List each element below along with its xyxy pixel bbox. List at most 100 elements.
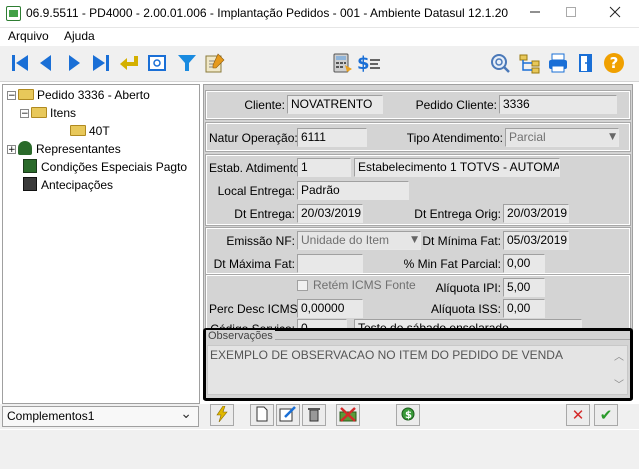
delete-icon [307,406,321,425]
aliquota-iss-field[interactable]: 0,00 [503,299,545,318]
new-button[interactable] [250,404,274,426]
folder-icon [70,125,86,136]
tree-item-label: Condições Especiais Pagto [41,160,188,174]
last-record-icon[interactable] [89,51,113,75]
cancel-item-icon [339,406,357,425]
tree-icon[interactable] [518,51,542,75]
edit-button[interactable] [276,404,300,426]
confirm-button[interactable]: ✔ [594,404,618,426]
calculator-icon[interactable] [330,51,354,75]
tree-item-itens[interactable]: − Itens [20,104,76,122]
complementos-select[interactable]: Complementos1 ⌄ [2,406,199,427]
tipo-atendimento-value: Parcial [509,130,546,144]
tree-item-label: Representantes [36,142,121,156]
local-entrega-label: Local Entrega: [217,184,295,198]
observacoes-label: Observações [206,330,275,342]
payment-conditions-icon [23,159,37,173]
tree-item-condicoes[interactable]: Condições Especiais Pagto [23,158,187,176]
min-fat-parcial-label: % Min Fat Parcial: [403,257,501,271]
aliquota-ipi-field[interactable]: 5,00 [503,278,545,297]
estab-atendimento-label: Estab. Atdimento: [209,161,304,175]
estab-code-field[interactable]: 1 [297,158,351,177]
help-icon[interactable]: ? [602,51,626,75]
close-icon[interactable] [600,0,630,26]
collapse-icon[interactable]: − [7,91,16,101]
chevron-down-icon: ⌄ [180,406,192,422]
dt-entrega-orig-label: Dt Entrega Orig: [414,207,501,221]
window-footer [0,430,639,469]
price-icon[interactable]: $ [356,51,380,75]
pedido-cliente-label: Pedido Cliente: [415,98,497,112]
zoom-icon[interactable] [145,51,169,75]
dt-maxima-fat-field[interactable] [297,254,363,273]
tree-item-antecipacoes[interactable]: Antecipações [23,176,113,194]
scroll-up-icon[interactable]: ︿ [614,348,624,363]
observacoes-text: EXEMPLO DE OBSERVACAO NO ITEM DO PEDIDO … [210,348,563,362]
return-icon[interactable] [117,51,141,75]
delete-button[interactable] [302,404,326,426]
cancel-button[interactable]: ✕ [566,404,590,426]
perc-desc-icms-field[interactable]: 0,00000 [297,299,363,318]
folder-open-icon [31,107,47,118]
folder-open-icon [18,89,34,100]
dt-minima-fat-field[interactable]: 05/03/2019 [503,231,569,250]
menu-ajuda[interactable]: Ajuda [64,29,95,43]
advance-payment-icon [23,177,37,191]
maximize-icon[interactable] [556,0,586,26]
natur-operacao-label: Natur Operação: [209,131,298,145]
customer-group: Cliente: NOVATRENTO Pedido Cliente: 3336 [205,90,631,120]
observacoes-textarea[interactable]: EXEMPLO DE OBSERVACAO NO ITEM DO PEDIDO … [207,345,628,395]
edit-icon[interactable] [203,51,227,75]
pedido-cliente-field[interactable]: 3336 [499,95,617,114]
cancel-item-button[interactable] [336,404,360,426]
retem-icms-checkbox[interactable] [297,280,308,291]
money-button[interactable]: $ [396,404,420,426]
tree-item-representantes[interactable]: + Representantes [7,140,121,158]
local-entrega-field[interactable]: Padrão [297,181,409,200]
svg-text:$: $ [357,53,370,74]
aliquota-iss-label: Alíquota ISS: [430,302,501,316]
menu-arquivo[interactable]: Arquivo [8,29,49,43]
svg-text:$: $ [405,410,412,421]
lightning-button[interactable] [210,404,234,426]
emissao-nf-select[interactable]: Unidade do Item ▼ [297,231,421,250]
retem-icms-label: Retém ICMS Fonte [313,278,416,292]
dt-entrega-field[interactable]: 20/03/2019 [297,204,363,223]
scrollbar[interactable]: ︿ ﹀ [612,346,626,394]
minimize-icon[interactable] [520,0,550,26]
lightning-icon [215,405,229,425]
dt-entrega-orig-field[interactable]: 20/03/2019 [503,204,569,223]
print-icon[interactable] [546,51,570,75]
natur-operacao-field[interactable]: 6111 [297,128,367,147]
tipo-atendimento-label: Tipo Atendimento: [406,131,503,145]
new-document-icon [255,406,269,425]
cancel-icon: ✕ [571,406,585,424]
tree-item-label: Pedido 3336 - Aberto [37,88,150,102]
observacoes-box: Observações EXEMPLO DE OBSERVACAO NO ITE… [203,328,633,401]
menu-bar: Arquivo Ajuda [0,28,639,46]
tipo-atendimento-select[interactable]: Parcial ▼ [505,128,619,147]
tree-item-pedido[interactable]: − Pedido 3336 - Aberto [7,86,150,104]
representatives-icon [18,141,32,155]
min-fat-parcial-field[interactable]: 0,00 [503,254,545,273]
cliente-field[interactable]: NOVATRENTO [287,95,383,114]
help-glyph: ? [604,53,624,73]
tree-item-40t[interactable]: 40T [70,122,110,140]
scroll-down-icon[interactable]: ﹀ [614,376,624,391]
dt-minima-fat-label: Dt Mínima Fat: [422,234,501,248]
exit-icon[interactable] [574,51,598,75]
perc-desc-icms-label: Perc Desc ICMS: [209,302,302,316]
previous-record-icon[interactable] [34,51,58,75]
operation-group: Natur Operação: 6111 Tipo Atendimento: P… [205,122,631,152]
bottom-bar: Complementos1 ⌄ $ ✕ ✔ [0,404,639,429]
filter-icon[interactable] [175,51,199,75]
first-record-icon[interactable] [8,51,32,75]
emissao-nf-value: Unidade do Item [301,233,390,247]
window-title: 06.9.5511 - PD4000 - 2.00.01.006 - Impla… [26,6,509,20]
next-record-icon[interactable] [62,51,86,75]
expand-icon[interactable]: + [7,145,16,155]
chevron-down-icon: ▼ [609,132,616,142]
search-icon[interactable] [488,51,512,75]
collapse-icon[interactable]: − [20,109,29,119]
dt-entrega-label: Dt Entrega: [234,207,295,221]
